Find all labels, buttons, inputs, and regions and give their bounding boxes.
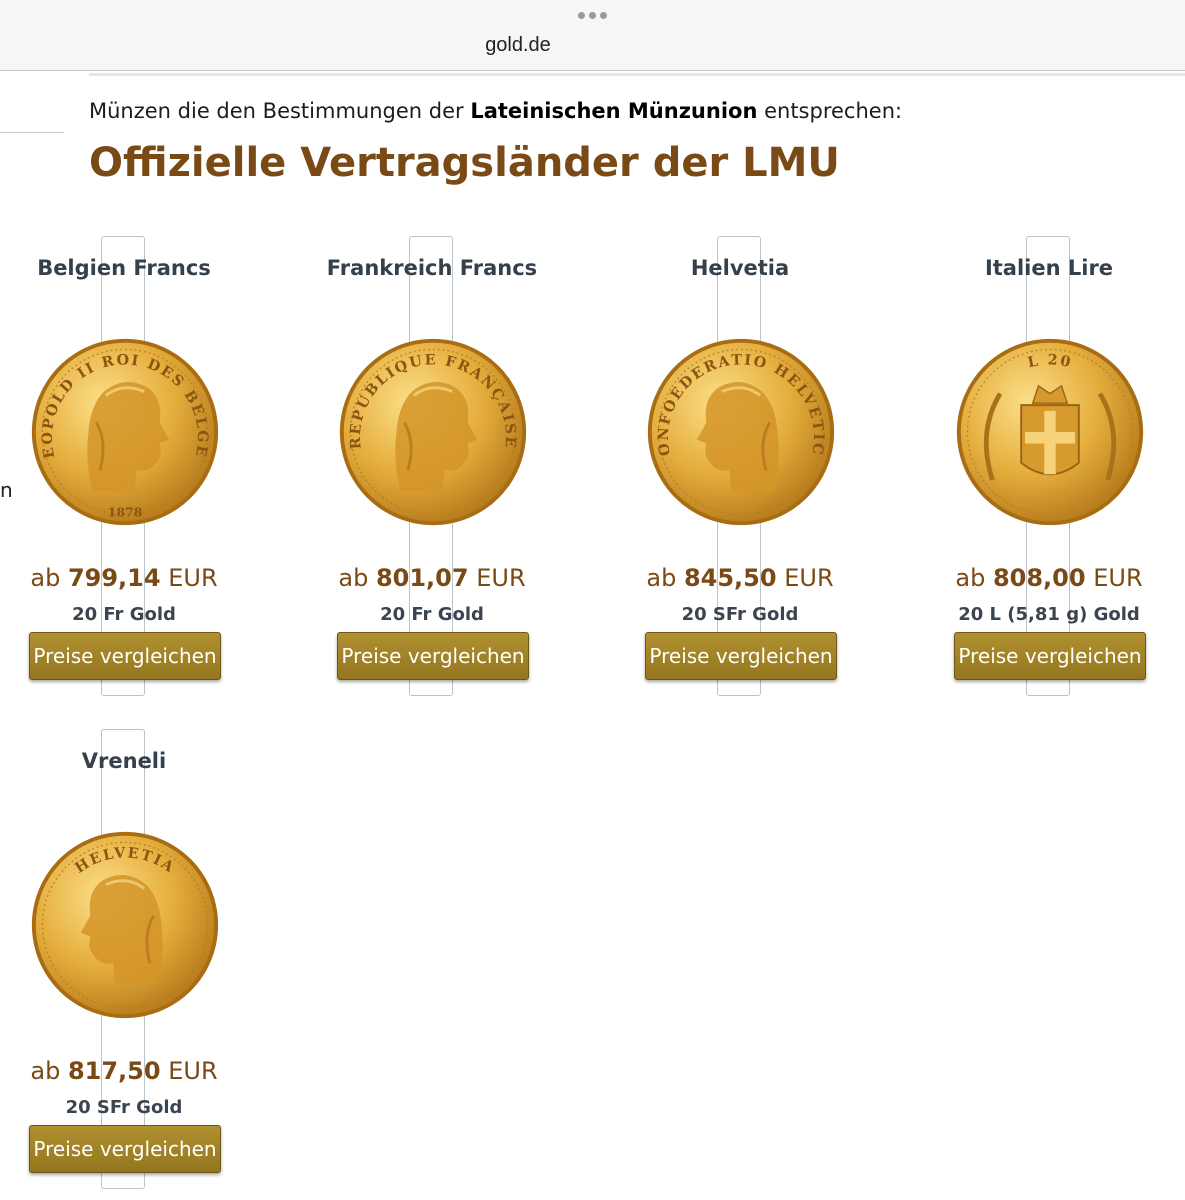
vreneli-coin-icon[interactable]: HELVETIA — [29, 829, 221, 1021]
italy-coin-icon[interactable]: L 20 — [954, 336, 1146, 528]
product-spec: 20 L (5,81 g) Gold — [958, 604, 1140, 625]
price-currency: EUR — [1085, 564, 1143, 592]
product-card-vreneli: Vreneli HELVETIA ab 817,50 EUR 20 SFr Go… — [9, 729, 239, 1199]
price-prefix: ab — [338, 564, 376, 592]
price-value: 799,14 — [67, 564, 161, 592]
svg-text:L 20: L 20 — [1026, 351, 1074, 371]
product-price: ab 808,00 EUR — [934, 564, 1164, 592]
browser-toolbar: gold.de — [0, 0, 1185, 71]
price-currency: EUR — [160, 1057, 218, 1085]
price-prefix: ab — [646, 564, 684, 592]
compare-prices-button[interactable]: Preise vergleichen — [337, 632, 529, 680]
price-prefix: ab — [30, 564, 68, 592]
price-currency: EUR — [776, 564, 834, 592]
price-currency: EUR — [468, 564, 526, 592]
product-spec: 20 SFr Gold — [65, 1097, 183, 1118]
product-name[interactable]: Helvetia — [625, 256, 855, 280]
price-value: 817,50 — [67, 1057, 161, 1085]
product-card-belgien: Belgien Francs LEOPOLD II ROI DES BELGES… — [9, 236, 239, 706]
intro-text: Münzen die den Bestimmungen der Lateinis… — [89, 99, 902, 123]
content-divider — [89, 73, 1185, 76]
intro-suffix: entsprechen: — [757, 99, 903, 123]
helvetia-coin-icon[interactable]: CONFOEDERATIO HELVETICA — [645, 336, 837, 528]
product-card-italien: Italien Lire L 20 ab 808,00 EUR 20 L (5,… — [934, 236, 1164, 706]
compare-prices-button[interactable]: Preise vergleichen — [29, 1125, 221, 1173]
product-price: ab 801,07 EUR — [317, 564, 547, 592]
intro-prefix: Münzen die den Bestimmungen der — [89, 99, 471, 123]
compare-prices-button[interactable]: Preise vergleichen — [29, 632, 221, 680]
product-price: ab 845,50 EUR — [625, 564, 855, 592]
svg-text:1878: 1878 — [108, 504, 143, 519]
more-dots-icon[interactable] — [0, 12, 1185, 19]
product-spec: 20 SFr Gold — [681, 604, 799, 625]
product-spec: 20 Fr Gold — [380, 604, 484, 625]
product-price: ab 817,50 EUR — [9, 1057, 239, 1085]
price-value: 845,50 — [683, 564, 777, 592]
price-value: 808,00 — [992, 564, 1086, 592]
product-card-frankreich: Frankreich Francs REPUBLIQUE FRANÇAISE a… — [317, 236, 547, 706]
address-bar[interactable]: gold.de — [0, 34, 1036, 57]
france-coin-icon[interactable]: REPUBLIQUE FRANÇAISE — [337, 336, 529, 528]
sidebar-divider — [0, 132, 64, 133]
product-price: ab 799,14 EUR — [9, 564, 239, 592]
compare-prices-button[interactable]: Preise vergleichen — [954, 632, 1146, 680]
page-title: Offizielle Vertragsländer der LMU — [89, 140, 840, 186]
belgium-coin-icon[interactable]: LEOPOLD II ROI DES BELGES1878 — [29, 336, 221, 528]
product-card-helvetia: Helvetia CONFOEDERATIO HELVETICA ab 845,… — [625, 236, 855, 706]
price-prefix: ab — [955, 564, 993, 592]
product-name[interactable]: Italien Lire — [934, 256, 1164, 280]
product-name[interactable]: Vreneli — [9, 749, 239, 773]
price-currency: EUR — [160, 564, 218, 592]
product-spec: 20 Fr Gold — [72, 604, 176, 625]
price-value: 801,07 — [375, 564, 469, 592]
product-name[interactable]: Belgien Francs — [9, 256, 239, 280]
price-prefix: ab — [30, 1057, 68, 1085]
intro-bold: Lateinischen Münzunion — [470, 99, 758, 123]
compare-prices-button[interactable]: Preise vergleichen — [645, 632, 837, 680]
product-name[interactable]: Frankreich Francs — [317, 256, 547, 280]
